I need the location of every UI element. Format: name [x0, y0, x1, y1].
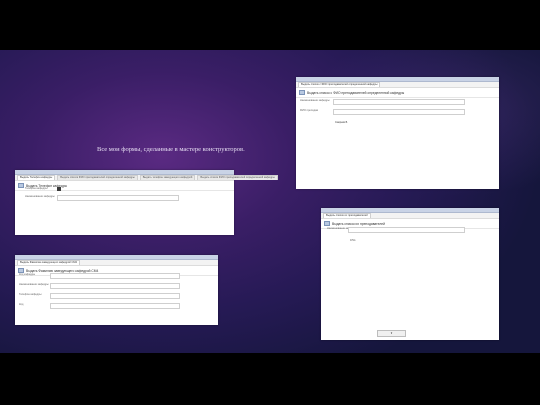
- form-header: Выдать Телефон кафедры: [15, 181, 234, 191]
- field-row: Код: [19, 303, 23, 306]
- form-title: Выдать Фамилию заведующего кафедрой СМ4: [26, 268, 99, 273]
- slide-caption: Все мои формы, сделанные в мастере конст…: [97, 146, 245, 153]
- field-label: Телефон кафедры: [25, 187, 48, 190]
- form-window-head-surname: Выдать Фамилию заведующего кафедрой СМ4 …: [15, 255, 218, 325]
- field-label: Наименование кафедры: [300, 99, 330, 102]
- form-tab[interactable]: Выдать список ФИО преподавателей определ…: [57, 175, 138, 180]
- department-input[interactable]: [333, 99, 465, 105]
- field-row: Наименование кафедры: [300, 99, 330, 102]
- field-value: Смирнов В.: [335, 121, 348, 124]
- field-row: ФИО преподав: [300, 109, 318, 112]
- field-label: Телефон кафедры: [19, 293, 42, 296]
- form-tab[interactable]: Выдать список ФИО преподавателей определ…: [197, 175, 278, 180]
- field-label: Код: [19, 303, 24, 306]
- form-tab[interactable]: Выдать Телефон кафедры: [17, 175, 56, 180]
- department-input[interactable]: СМ: [50, 283, 180, 298]
- form-tab[interactable]: Выдать телефон заведующего кафедрой: [139, 175, 196, 180]
- code-input[interactable]: [50, 303, 180, 309]
- form-tab[interactable]: Выдать Фамилию заведующего кафедрой СМ4: [17, 260, 80, 265]
- form-window-department-phone: Выдать Телефон кафедры Выдать список ФИО…: [15, 170, 278, 235]
- code-input[interactable]: [50, 273, 180, 279]
- department-input[interactable]: СП-1: [348, 227, 465, 242]
- form-title: Выдать список с ФИО преподавателей опред…: [307, 90, 405, 95]
- field-row: Код кафедры: [19, 273, 35, 276]
- presentation-slide: Все мои формы, сделанные в мастере конст…: [0, 50, 540, 353]
- field-row: Телефон кафедры: [19, 293, 41, 296]
- form-window-teachers-list: Выдать список с ФИО преподавателей опред…: [296, 77, 499, 189]
- form-title: Выдать список их преподавателей: [332, 221, 385, 226]
- field-value: СП-1: [350, 239, 356, 242]
- nav-button[interactable]: ▾: [377, 330, 406, 337]
- teacher-name-input[interactable]: Смирнов В.: [333, 109, 465, 124]
- field-label: Наименование кафедры: [19, 283, 49, 286]
- form-icon: [18, 183, 24, 188]
- field-row: Наименование кафедры: [19, 283, 49, 286]
- form-tab[interactable]: Выдать список их преподавателей: [323, 213, 371, 218]
- form-icon: [299, 90, 305, 95]
- form-tab[interactable]: Выдать список с ФИО преподавателей опред…: [298, 82, 381, 87]
- field-row: Наименование кафедры: [25, 195, 55, 198]
- form-header: Выдать список с ФИО преподавателей опред…: [296, 88, 499, 98]
- phone-input[interactable]: ЗАВЕД: [50, 293, 180, 308]
- record-selector[interactable]: [57, 187, 61, 191]
- field-row: Телефон кафедры: [25, 187, 47, 190]
- form-icon: [324, 221, 330, 226]
- department-input[interactable]: [57, 195, 179, 201]
- field-label: Наименование кафедры: [25, 195, 55, 198]
- field-label: ФИО преподав: [300, 109, 318, 112]
- field-label: Код кафедры: [19, 273, 36, 276]
- form-window-teachers-their: Выдать список их преподавателей Выдать с…: [321, 208, 499, 340]
